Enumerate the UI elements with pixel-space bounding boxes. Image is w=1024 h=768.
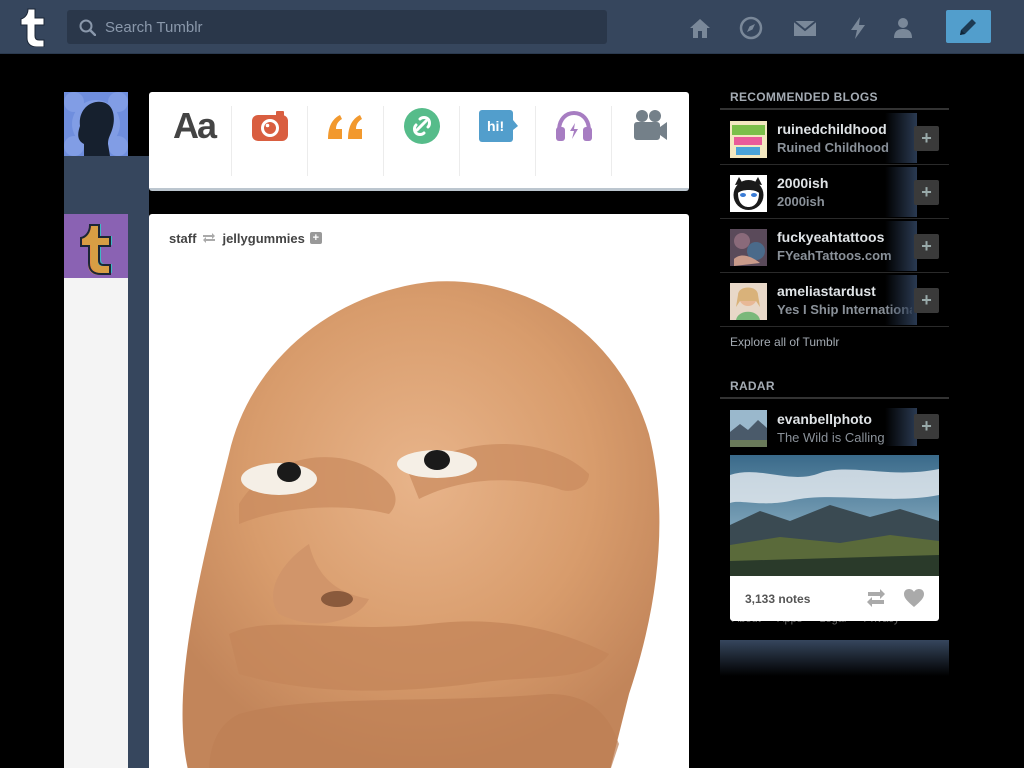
sidebar-bottom-fade (720, 640, 949, 676)
radar-photo-mountains[interactable] (730, 455, 939, 576)
divider (720, 108, 949, 110)
left-gutter (64, 278, 128, 768)
user-avatar-silhouette-icon (64, 92, 128, 156)
blog-name[interactable]: ruinedchildhood (777, 121, 887, 137)
post-type-quote-button[interactable] (308, 92, 384, 188)
top-navigation-bar (0, 0, 1024, 54)
inbox-mail-icon[interactable] (792, 15, 818, 41)
post-type-video-button[interactable] (612, 92, 688, 188)
radar-blog-item[interactable]: evanbellphoto The Wild is Calling + (720, 408, 949, 448)
fade-overlay (885, 408, 917, 446)
post-type-text-button[interactable]: Aa (156, 92, 232, 188)
radar-blog-avatar (730, 410, 767, 447)
activity-lightning-icon[interactable] (845, 15, 871, 41)
pencil-icon (960, 19, 976, 35)
follow-plus-button[interactable]: + (914, 180, 939, 205)
blog-avatar (730, 229, 767, 266)
staff-tumblr-logo-icon (64, 214, 128, 278)
recommended-blog-item[interactable]: 2000ish 2000ish + (720, 165, 949, 219)
camera-icon (252, 111, 288, 141)
staff-avatar[interactable] (64, 214, 128, 278)
recommended-blog-item[interactable]: ameliastardust Yes I Ship International … (720, 273, 949, 327)
blog-avatar (730, 283, 767, 320)
reblog-arrow-icon (201, 232, 217, 244)
headphones-icon (556, 110, 592, 141)
radar-title: RADAR (730, 379, 775, 393)
radar-blog-name[interactable]: evanbellphoto (777, 411, 872, 427)
link-icon (404, 108, 440, 144)
blog-avatar (730, 121, 767, 158)
account-person-icon[interactable] (890, 15, 916, 41)
search-icon (79, 19, 96, 36)
like-heart-icon[interactable] (903, 588, 925, 608)
dashboard-post: staff jellygummies + (149, 214, 689, 768)
divider (720, 397, 949, 399)
tumblr-logo-icon[interactable] (15, 7, 51, 47)
post-type-photo-button[interactable] (232, 92, 308, 188)
recommended-blog-item[interactable]: ruinedchildhood Ruined Childhood + (720, 111, 949, 165)
home-icon[interactable] (687, 15, 713, 41)
chat-hi-label: hi! (487, 118, 505, 134)
radar-post-footer: 3,133 notes (730, 576, 939, 621)
follow-plus-button[interactable]: + (914, 414, 939, 439)
post-header: staff jellygummies + (169, 230, 322, 246)
post-type-bar: Aa hi! (149, 92, 689, 191)
video-camera-icon (634, 110, 667, 140)
compose-button[interactable] (946, 10, 991, 43)
explore-compass-icon[interactable] (738, 15, 764, 41)
blog-name[interactable]: fuckyeahtattoos (777, 229, 884, 245)
blog-avatar (730, 175, 767, 212)
search-box[interactable] (67, 10, 607, 44)
recommended-blogs-title: RECOMMENDED BLOGS (730, 90, 878, 104)
reblogged-from-link[interactable]: jellygummies (222, 231, 304, 246)
text-aa-label: Aa (172, 105, 217, 146)
recommended-blog-item[interactable]: fuckyeahtattoos FYeahTattoos.com + (720, 219, 949, 273)
explore-all-link[interactable]: Explore all of Tumblr (730, 335, 839, 349)
post-type-audio-button[interactable] (536, 92, 612, 188)
fade-overlay (885, 221, 917, 271)
blog-name[interactable]: ameliastardust (777, 283, 876, 299)
follow-plus-button[interactable]: + (914, 288, 939, 313)
dashboard: Aa (0, 0, 1024, 768)
left-connector-line (128, 156, 149, 768)
quote-icon (328, 115, 362, 139)
follow-plus-button[interactable]: + (914, 126, 939, 151)
post-type-chat-button[interactable]: hi! (460, 92, 536, 188)
reblog-icon[interactable] (865, 588, 887, 608)
blog-name[interactable]: 2000ish (777, 175, 828, 191)
post-type-link-button[interactable] (384, 92, 460, 188)
user-avatar[interactable] (64, 92, 128, 156)
fade-overlay (885, 113, 917, 163)
follow-plus-button[interactable]: + (309, 232, 322, 244)
radar-blog-title: The Wild is Calling (777, 430, 885, 445)
follow-plus-button[interactable]: + (914, 234, 939, 259)
post-author-link[interactable]: staff (169, 231, 196, 246)
fade-overlay (885, 167, 917, 217)
post-photo-clay-face[interactable] (169, 274, 669, 768)
fade-overlay (885, 275, 917, 325)
search-input[interactable] (105, 10, 595, 44)
notes-count[interactable]: 3,133 notes (745, 592, 810, 606)
